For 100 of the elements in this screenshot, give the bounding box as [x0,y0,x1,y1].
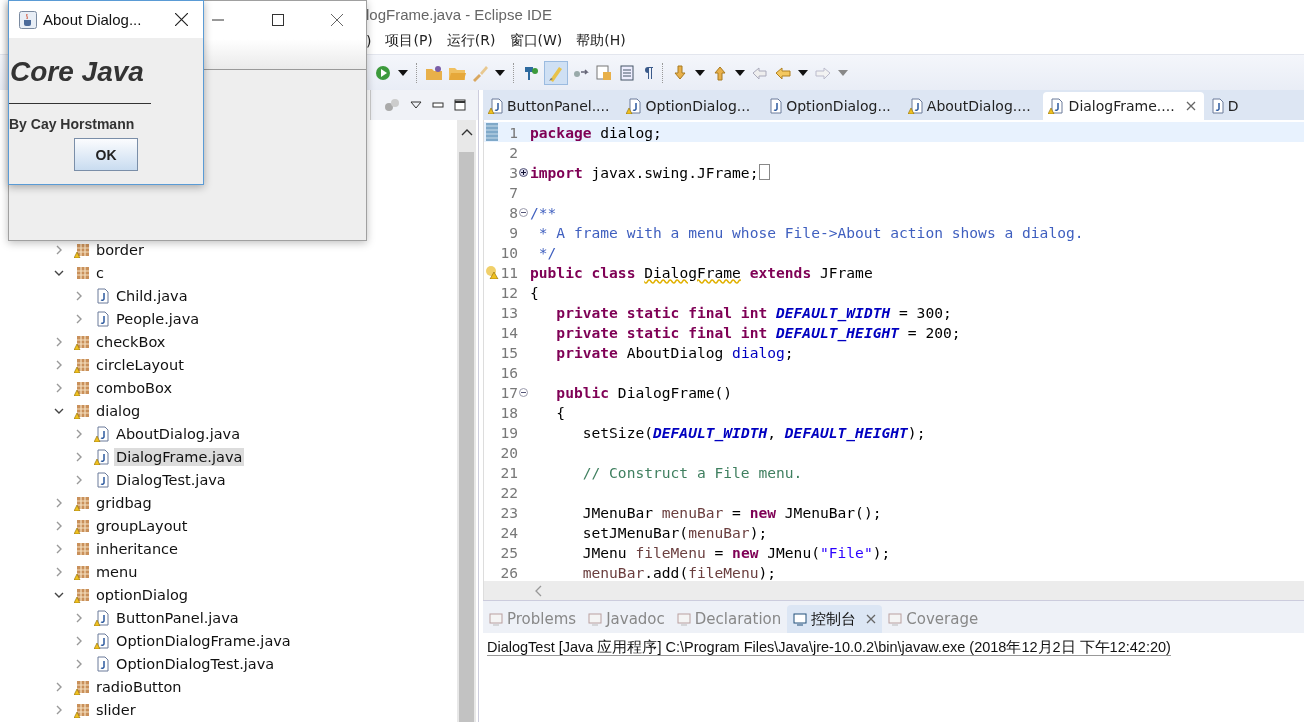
code-text: JMenu [581,543,628,561]
sync-icon[interactable] [384,98,400,112]
code-text: .add( [644,563,689,581]
tree-item[interactable]: slider [94,700,138,719]
code-text: JMenu( [766,543,820,561]
doc-comment: * A frame with a menu whose File->About action shows a dialog. [537,223,1084,241]
scroll-up-icon[interactable] [460,128,473,136]
caret-icon[interactable] [735,69,745,76]
expand-icon[interactable] [519,167,528,177]
highlight-icon[interactable] [545,61,567,84]
folded-code-icon[interactable] [759,164,771,180]
code-text: JFrame [818,263,873,281]
tree-item[interactable]: c [94,263,106,282]
tree-item[interactable]: DialogTest.java [114,470,228,489]
tree-item[interactable]: menu [94,562,140,581]
editor-tab[interactable]: DialogFrame.... [1042,92,1204,120]
tree-item[interactable]: AboutDialog.java [114,424,243,443]
scrollbar[interactable] [484,581,1304,600]
editor-tab[interactable]: D [1203,92,1251,120]
tree-item[interactable]: dialog [94,401,143,420]
line-number: 23 [500,503,518,521]
console-text: DialogTest [Java 应用程序] C:\Program Files\Java\jre-10.0.2\bin\javaw.exe (2018年12月2日 下午12:42:20) [487,639,1171,656]
editor-tab[interactable]: AboutDialog.... [902,92,1043,120]
editor-tab[interactable]: OptionDialog... [621,92,763,120]
main-menu-option[interactable]: 窗口(W) [509,32,563,50]
caret-icon[interactable] [798,69,808,76]
main-menu-option[interactable]: 帮助(H) [576,32,626,50]
tree-item[interactable]: OptionDialogTest.java [114,654,277,673]
constant-name: DEFAULT_WIDTH [653,423,768,441]
code-text: dialog; [599,123,662,141]
tree-item[interactable]: border [94,240,146,259]
line-number: 8 [508,203,518,221]
maximize-icon[interactable] [272,14,284,26]
tree-item[interactable]: Child.java [114,286,190,305]
code-text: setJMenuBar( [581,523,689,541]
code-text: JMenuBar(); [783,503,882,521]
ok-button[interactable]: OK [74,138,138,171]
code-text: ); [907,423,926,441]
code-text: DialogFrame() [616,383,733,401]
keyword: private [555,343,618,361]
tree-item[interactable]: groupLayout [94,516,190,535]
line-number: 20 [500,443,518,461]
caret-icon[interactable] [410,101,422,109]
document-icon[interactable] [595,63,613,82]
code-text: ); [872,543,891,561]
code-text: setSize( [581,423,653,441]
marker-icon [486,123,498,141]
collapse-icon[interactable] [519,387,528,397]
code-text: JMenuBar [581,503,654,521]
scroll-left-icon[interactable] [534,584,542,597]
line-number: 15 [500,343,518,361]
tree-item[interactable]: optionDialog [94,585,191,604]
editor-tab[interactable]: ButtonPanel.... [483,92,622,120]
folder-icon[interactable] [425,63,443,82]
arrow-down-icon[interactable] [671,63,689,82]
tree-item[interactable]: inheritance [94,539,180,558]
tree-item[interactable]: People.java [114,309,202,328]
view-tab[interactable]: 控制台 [787,605,883,633]
line-number: 10 [500,243,518,261]
scrollbar[interactable] [457,120,476,722]
run-icon[interactable] [374,63,392,82]
brush-icon[interactable] [471,63,489,82]
tree-item[interactable]: comboBox [94,378,174,397]
line-number: 1 [508,123,518,141]
tree-item[interactable]: ButtonPanel.java [114,608,241,627]
minimize-icon[interactable] [432,102,444,108]
tree-item[interactable]: gridbag [94,493,154,512]
line-number: 19 [500,423,518,441]
keyword: extends [748,263,812,281]
tree-item[interactable]: circleLayout [94,355,186,374]
editor-tab[interactable]: OptionDialog... [762,92,903,120]
line-number: 25 [500,543,518,561]
view-icon [676,612,691,626]
caret-icon[interactable] [398,69,408,76]
code-text: ); [749,523,768,541]
caret-icon[interactable] [495,69,505,76]
caret-icon[interactable] [695,69,705,76]
tree-item[interactable]: checkBox [94,332,168,351]
tree-item[interactable]: OptionDialogFrame.java [114,631,293,650]
code-text: { [530,283,539,301]
main-menu-option[interactable]: 项目(P) [385,32,433,50]
main-menu-option[interactable]: ) [366,33,372,49]
line-number: 7 [508,183,518,201]
constant-name: DEFAULT_HEIGHT [776,323,900,341]
variable-name: menuBar [661,503,724,521]
collapse-icon[interactable] [519,207,528,217]
close-icon[interactable] [175,13,188,26]
tree-item[interactable]: radioButton [94,677,184,696]
tree-item[interactable]: DialogFrame.java [114,447,245,466]
maximize-icon[interactable] [454,99,466,111]
view-icon [793,612,808,626]
variable-name: menuBar [688,523,750,541]
main-menu-option[interactable]: 运行(R) [446,32,496,50]
keyword: new [749,503,777,521]
doc-comment: */ [537,243,557,261]
code-text: , [767,423,778,441]
line-number: 14 [500,323,518,341]
keyword: public class [530,263,637,281]
list-icon[interactable] [618,63,636,82]
coffee-cup-icon [19,10,37,29]
